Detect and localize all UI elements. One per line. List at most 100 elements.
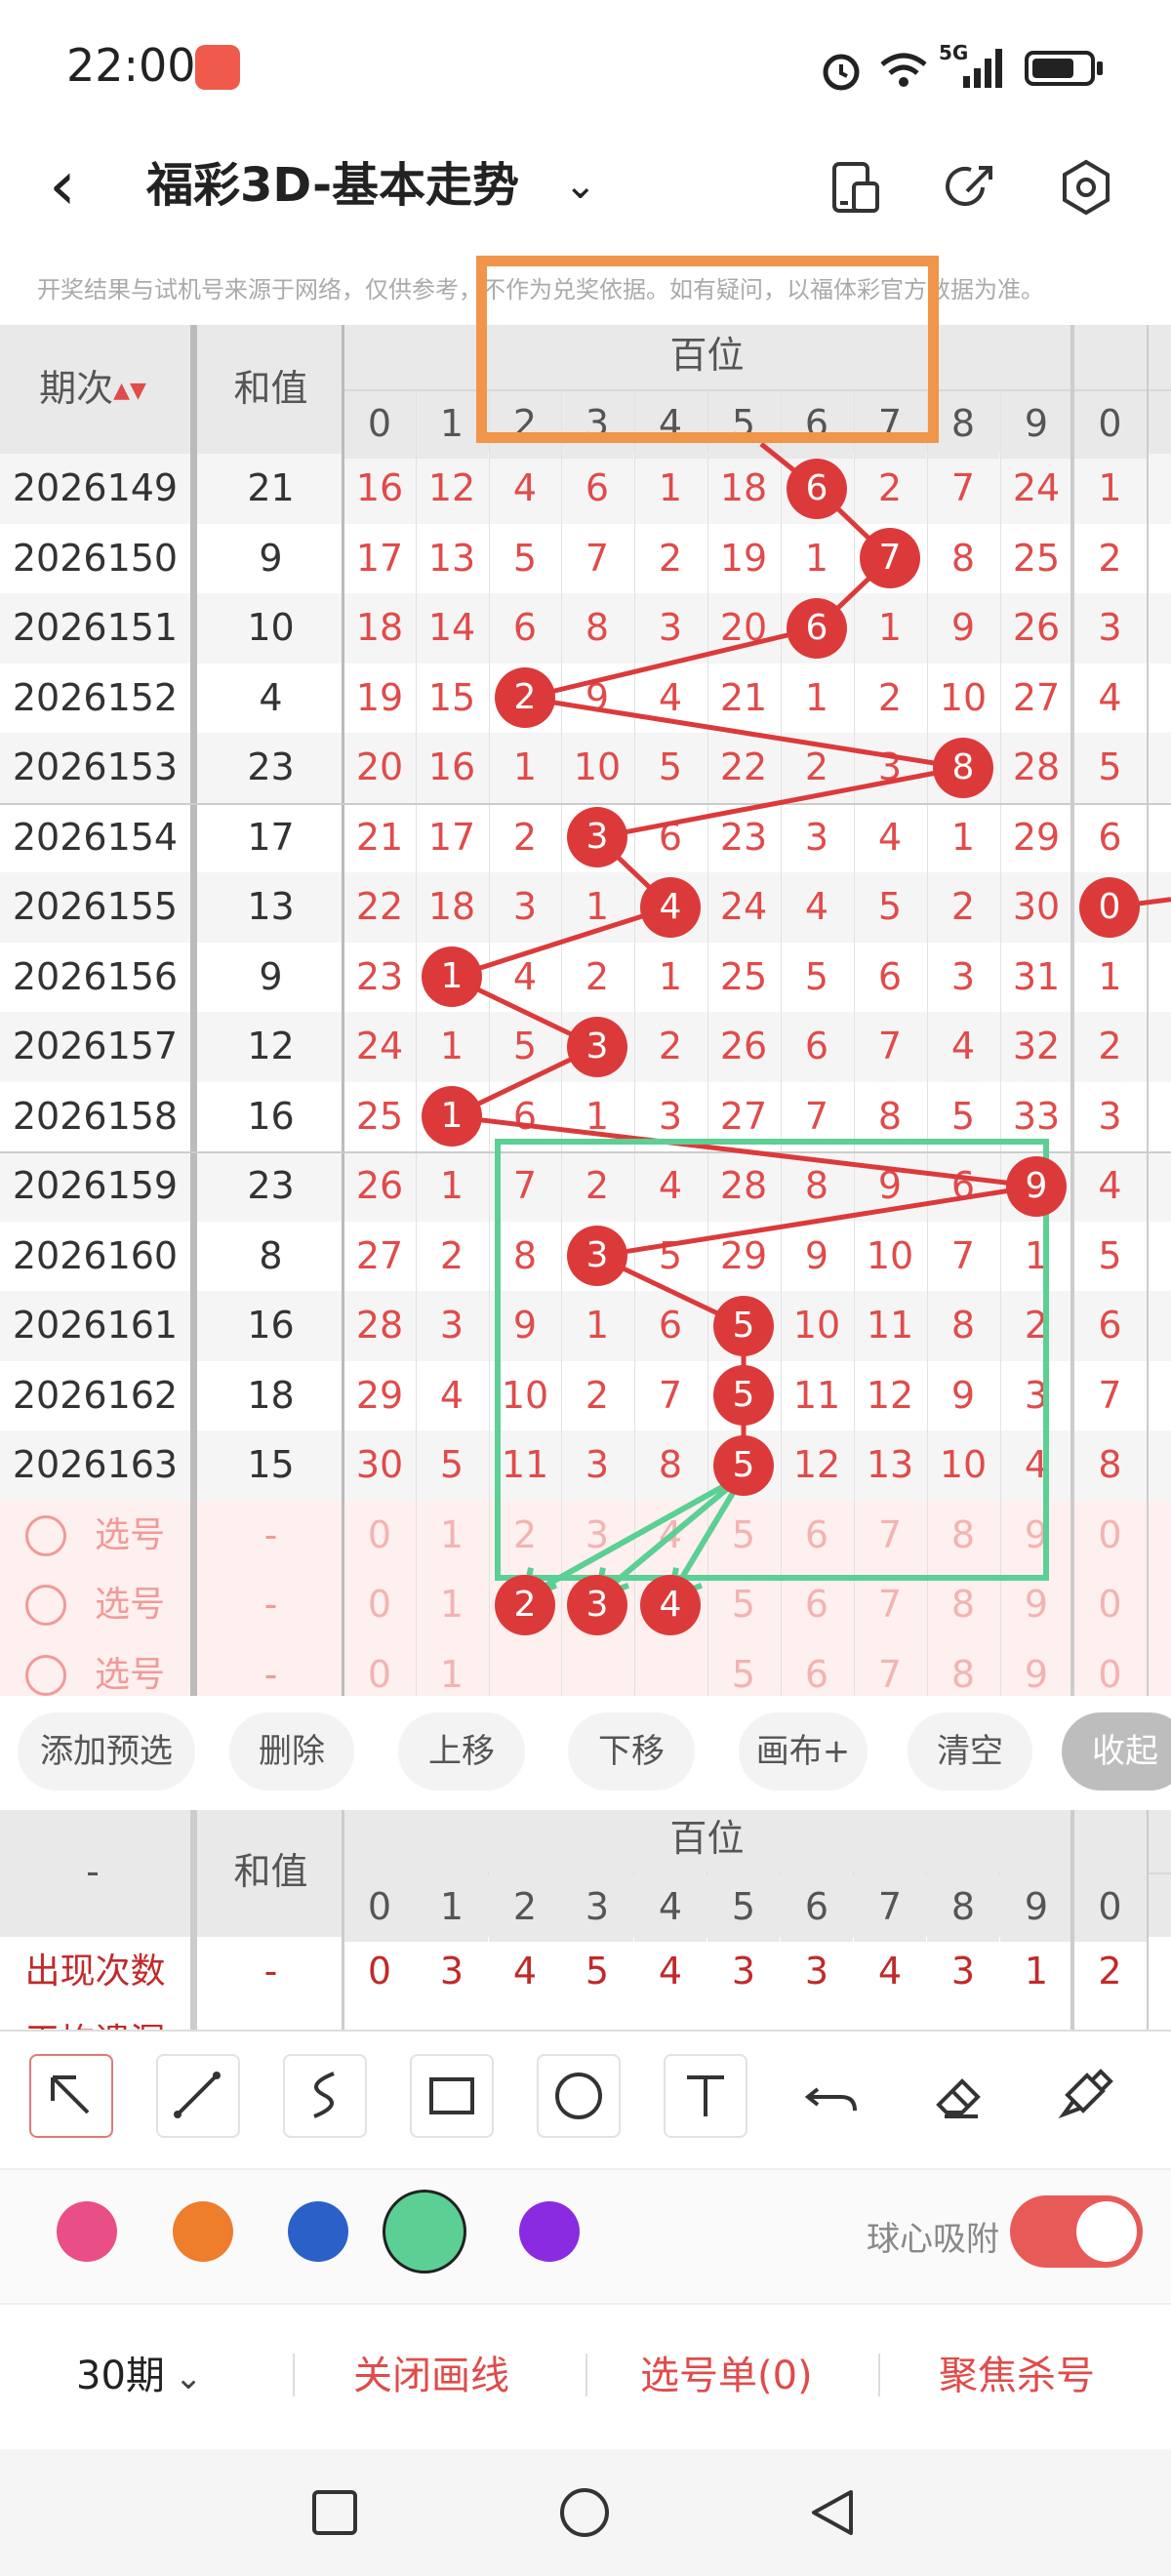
hit-ball: 5 — [713, 1365, 774, 1427]
stats-cell: 5 — [585, 1950, 610, 1992]
stats-digit-header-7: 7 — [853, 1872, 927, 1942]
stats-cell — [634, 2007, 707, 2031]
select-arrow-tool[interactable] — [29, 2054, 113, 2138]
stats-row-label: 出现次数 — [24, 1952, 166, 1992]
stats-digit-header-1: 1 — [415, 1872, 489, 1942]
trend-table: 期次▲▼ 和值 百位 0123456789 0 2026149 21 16 12 4 6 1… — [0, 325, 1171, 1696]
eraser-icon[interactable] — [917, 2054, 1001, 2138]
line-tool[interactable] — [156, 2054, 240, 2138]
stats-digit-header-8: 8 — [926, 1872, 1000, 1942]
stats-next-digit-header: 0 — [1073, 1872, 1147, 1942]
action-button-0[interactable]: 添加预选 — [18, 1712, 195, 1791]
system-nav-bar — [0, 2449, 1171, 2576]
action-button-6[interactable]: 收起 — [1062, 1712, 1171, 1791]
color-swatch[interactable] — [519, 2201, 580, 2262]
selected-pick-ball[interactable]: 3 — [567, 1574, 627, 1635]
home-icon[interactable] — [558, 2486, 611, 2539]
stats-digit-header-0: 0 — [343, 1872, 417, 1942]
stats-digit-header-3: 3 — [560, 1872, 634, 1942]
stats-cell — [343, 2007, 417, 2031]
hit-ball: 2 — [495, 667, 555, 729]
hit-ball: 5 — [713, 1434, 774, 1496]
stats-cell — [1000, 2007, 1073, 2031]
circle-tool[interactable] — [537, 2054, 621, 2138]
hit-ball: 6 — [787, 597, 847, 659]
stats-cell: 3 — [731, 1950, 756, 1992]
pick-list-button[interactable]: 选号单(0) — [640, 2347, 813, 2405]
stats-digit-header-2: 2 — [488, 1872, 562, 1942]
color-swatch[interactable] — [173, 2201, 233, 2262]
share-icon[interactable] — [940, 156, 1002, 219]
alarm-icon — [823, 54, 860, 91]
action-button-3[interactable]: 下移 — [568, 1712, 695, 1791]
action-button-5[interactable]: 清空 — [908, 1712, 1032, 1791]
rectangle-tool[interactable] — [410, 2054, 494, 2138]
stats-column-divider — [1147, 1810, 1149, 2030]
stats-cell: 1 — [1024, 1950, 1049, 1992]
wifi-icon — [880, 53, 927, 87]
color-swatch[interactable] — [57, 2201, 117, 2262]
action-button-1[interactable]: 删除 — [229, 1712, 354, 1791]
brush-clear-icon[interactable] — [1044, 2054, 1128, 2138]
stats-cell — [561, 2007, 634, 2031]
page-title: 福彩3D-基本走势 — [146, 158, 520, 213]
hit-ball: 7 — [860, 528, 920, 589]
stats-cell: 3 — [804, 1950, 829, 1992]
hit-ball: 4 — [640, 876, 701, 938]
stats-table: - 和值 百位 01234567890 出现次数-03454334312平均遗漏 — [0, 1810, 1171, 2030]
hit-ball: 6 — [787, 458, 847, 519]
settings-icon[interactable] — [1055, 156, 1117, 219]
stats-cell — [707, 2007, 781, 2031]
selected-pick-ball[interactable]: 4 — [640, 1574, 701, 1635]
battery-icon — [1025, 51, 1095, 86]
action-button-2[interactable]: 上移 — [398, 1712, 525, 1791]
stats-digit-header-4: 4 — [633, 1872, 707, 1942]
hit-ball: 8 — [933, 737, 993, 798]
orange-drawn-rectangle[interactable] — [476, 256, 939, 443]
signal-icon — [963, 49, 1002, 88]
stats-cell — [416, 2007, 489, 2031]
hit-ball: 9 — [1006, 1155, 1067, 1217]
snap-to-center-toggle[interactable] — [1010, 2195, 1143, 2268]
stats-next-cell — [1073, 2007, 1147, 2031]
focus-kill-button[interactable]: 聚焦杀号 — [939, 2347, 1095, 2405]
stats-cell: 3 — [950, 1950, 976, 1992]
app-notification-icon — [195, 45, 240, 90]
clock: 22:00 — [66, 39, 196, 92]
text-tool[interactable] — [664, 2054, 747, 2138]
curve-tool[interactable] — [283, 2054, 367, 2138]
close-lines-button[interactable]: 关闭画线 — [353, 2347, 509, 2405]
stats-row-sum: - — [263, 1950, 278, 1992]
title-dropdown-chevron-icon[interactable]: ⌄ — [564, 161, 597, 210]
next-group-hit-ball: 0 — [1079, 876, 1140, 938]
trend-line-layer — [443, 442, 1171, 1602]
stats-cell — [489, 2007, 562, 2031]
color-swatch[interactable] — [383, 2190, 466, 2274]
stats-digit-header-9: 9 — [999, 1872, 1073, 1942]
hit-ball: 1 — [422, 946, 482, 1008]
green-drawn-rectangle[interactable] — [495, 1139, 1049, 1581]
stats-cell — [854, 2007, 927, 2031]
recent-apps-icon[interactable] — [310, 2488, 359, 2537]
back-nav-icon[interactable] — [806, 2486, 859, 2539]
device-switch-icon[interactable] — [825, 156, 887, 219]
stats-cell: 4 — [658, 1950, 683, 1992]
status-bar: 22:00 5G — [0, 0, 1171, 141]
undo-icon[interactable] — [790, 2054, 874, 2138]
stats-sum-header: 和值 — [200, 1837, 342, 1907]
action-button-4[interactable]: 画布+ — [739, 1712, 868, 1791]
stats-column-divider — [190, 1810, 197, 2030]
stats-digit-header-5: 5 — [707, 1872, 781, 1942]
back-button[interactable]: ‹ — [49, 151, 76, 220]
hit-ball: 5 — [713, 1295, 774, 1356]
period-count-dropdown[interactable]: 30期 ⌄ — [76, 2347, 202, 2407]
stats-cell — [927, 2007, 1000, 2031]
hit-ball: 3 — [567, 1226, 627, 1287]
stats-row-sum — [200, 2007, 342, 2031]
stats-cell: 4 — [512, 1950, 538, 1992]
stats-corner: - — [0, 1837, 185, 1907]
stats-digit-header-6: 6 — [780, 1872, 854, 1942]
color-swatch[interactable] — [288, 2201, 348, 2262]
selected-pick-ball[interactable]: 2 — [495, 1574, 555, 1635]
hit-ball: 3 — [567, 807, 627, 868]
